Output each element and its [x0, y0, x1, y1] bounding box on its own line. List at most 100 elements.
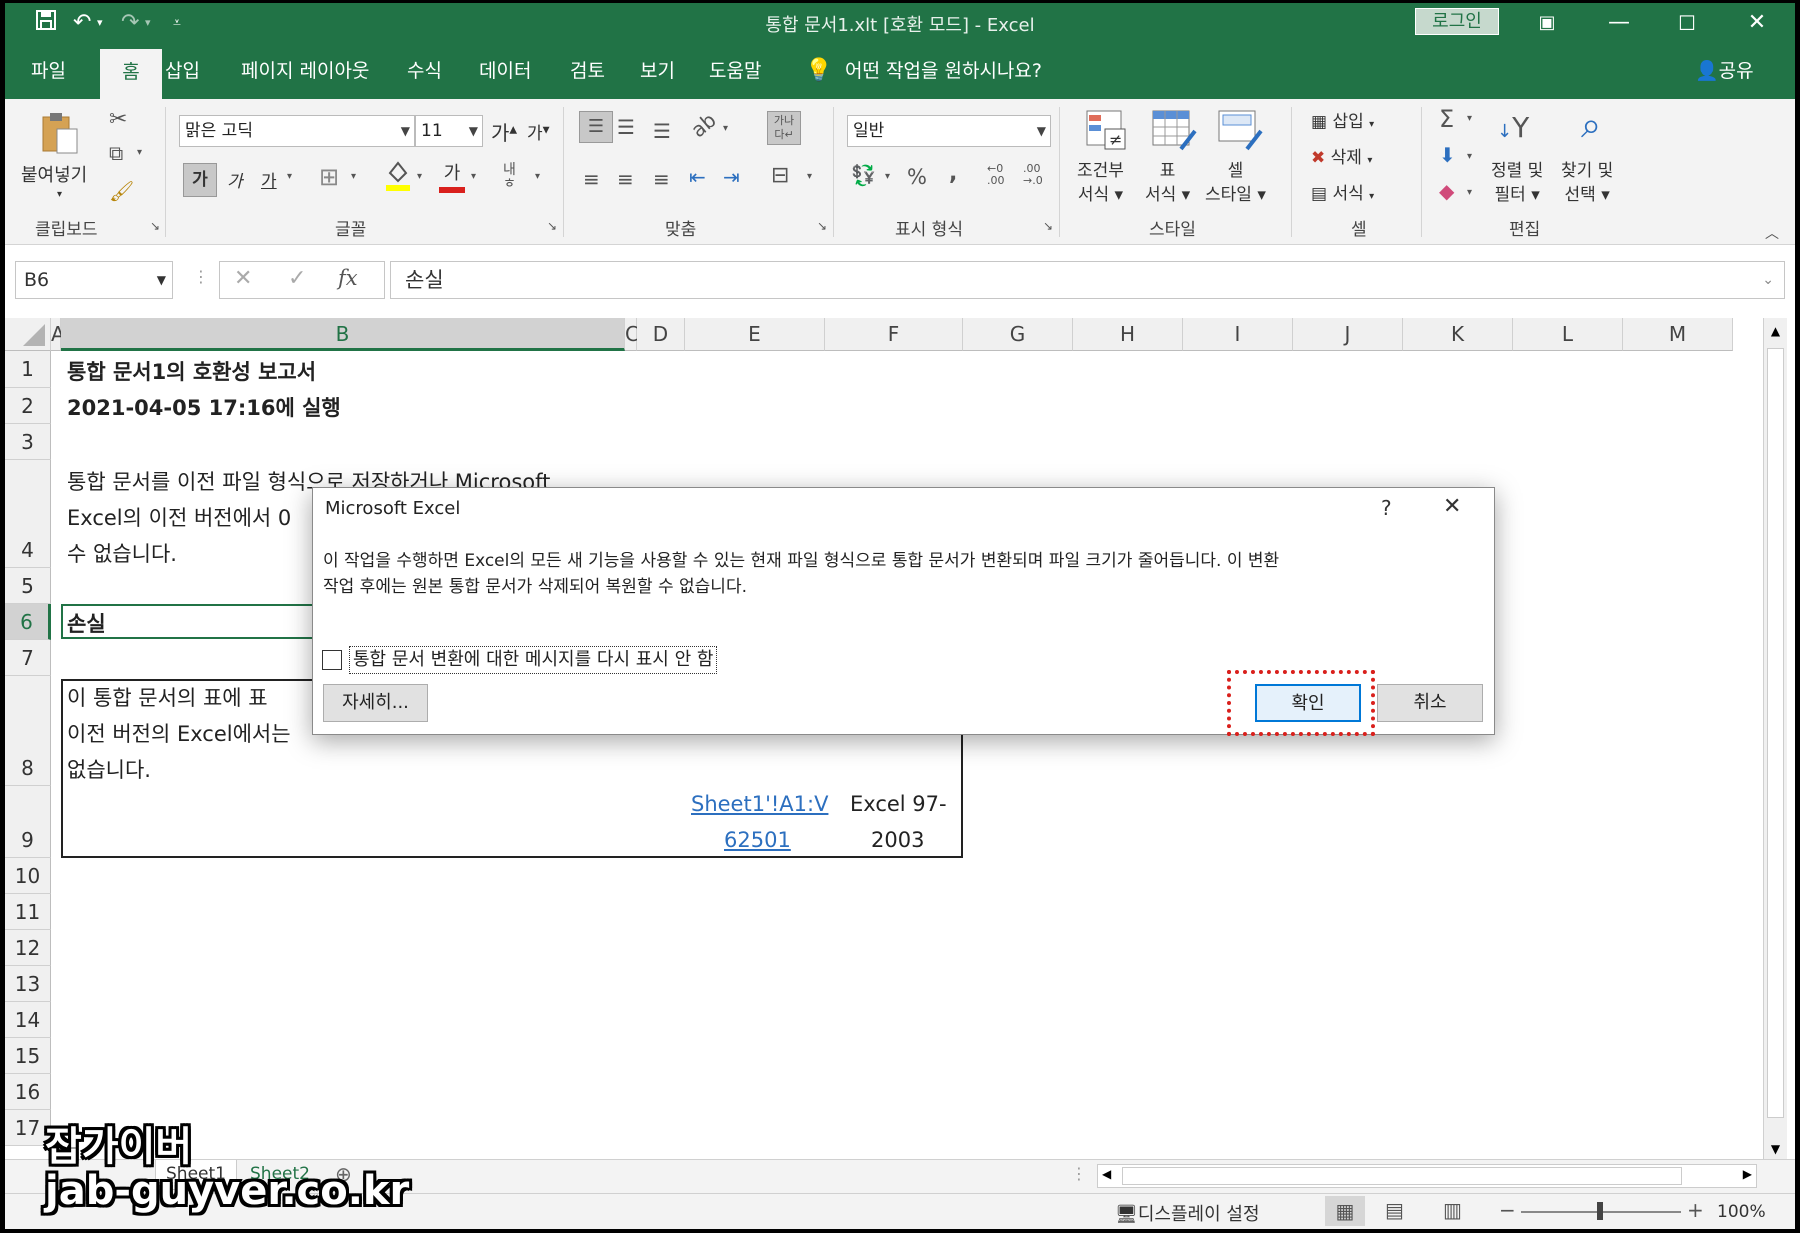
align-left-icon[interactable]: ≡: [583, 167, 600, 191]
tab-data[interactable]: 데이터: [479, 43, 531, 99]
column-header-c[interactable]: C: [625, 318, 639, 351]
column-header-g[interactable]: G: [963, 318, 1073, 351]
column-header-h[interactable]: H: [1073, 318, 1183, 351]
tab-view[interactable]: 보기: [640, 43, 675, 99]
row-header-9[interactable]: 9: [5, 786, 51, 858]
cell-b4-line3[interactable]: 수 없습니다.: [67, 538, 177, 568]
format-as-table-label[interactable]: 표 서식 ▾: [1145, 159, 1190, 207]
select-all-corner[interactable]: [5, 318, 51, 351]
normal-view-icon[interactable]: ▦: [1325, 1196, 1365, 1226]
find-select-label[interactable]: 찾기 및 선택 ▾: [1561, 159, 1613, 207]
display-settings[interactable]: 🖥디스플레이 설정: [1115, 1200, 1260, 1226]
phonetic-dropdown-icon[interactable]: ▾: [535, 171, 540, 182]
cell-f9-line2[interactable]: 2003: [871, 828, 924, 852]
cell-b1[interactable]: 통합 문서1의 호환성 보고서: [67, 356, 316, 386]
font-size-combo[interactable]: 11 ▼: [415, 115, 483, 147]
dont-show-again-checkbox[interactable]: [322, 650, 342, 670]
font-color-icon[interactable]: 가: [439, 159, 465, 193]
collapse-ribbon-icon[interactable]: ︿: [1765, 223, 1779, 243]
number-format-combo[interactable]: 일반 ▼: [847, 115, 1051, 147]
scroll-thumb[interactable]: [1767, 348, 1784, 1118]
dialog-launcher-icon[interactable]: ↘: [1043, 219, 1053, 233]
row-header-10[interactable]: 10: [5, 858, 51, 894]
font-name-combo[interactable]: 맑은 고딕 ▼: [179, 115, 415, 147]
clear-icon[interactable]: ◆: [1439, 179, 1454, 203]
tab-insert[interactable]: 삽입: [165, 43, 200, 99]
cell-b8-line1[interactable]: 이 통합 문서의 표에 표: [67, 682, 268, 712]
column-header-i[interactable]: I: [1183, 318, 1293, 351]
page-layout-view-icon[interactable]: ▤: [1385, 1198, 1404, 1222]
share-button[interactable]: 👤공유: [1695, 43, 1754, 99]
format-painter-icon[interactable]: 🖌: [109, 179, 134, 203]
clear-dropdown-icon[interactable]: ▾: [1467, 187, 1472, 198]
zoom-slider-thumb[interactable]: [1597, 1202, 1603, 1220]
cancel-button[interactable]: 취소: [1377, 684, 1483, 722]
borders-icon[interactable]: ⊞: [319, 163, 339, 191]
find-select-icon[interactable]: ⌕: [1581, 105, 1601, 147]
minimize-icon[interactable]: —: [1589, 7, 1649, 39]
conditional-formatting-icon[interactable]: ≠: [1085, 109, 1129, 157]
wrap-text-icon[interactable]: 가나 다↵: [767, 111, 801, 145]
column-header-j[interactable]: J: [1293, 318, 1403, 351]
cell-styles-label[interactable]: 셀 스타일 ▾: [1205, 159, 1266, 207]
row-header-8[interactable]: 8: [5, 676, 51, 786]
align-center-icon[interactable]: ≡: [617, 167, 634, 191]
autosum-dropdown-icon[interactable]: ▾: [1467, 113, 1472, 124]
horizontal-scrollbar[interactable]: ◀ ▶: [1097, 1164, 1757, 1188]
insert-cells-button[interactable]: ▦ 삽입 ▾: [1311, 107, 1374, 132]
tab-home[interactable]: 홈: [100, 49, 162, 99]
borders-dropdown-icon[interactable]: ▾: [351, 171, 356, 182]
column-header-l[interactable]: L: [1513, 318, 1623, 351]
row-header-5[interactable]: 5: [5, 568, 51, 604]
dialog-launcher-icon[interactable]: ↘: [150, 219, 160, 233]
italic-button[interactable]: 가: [227, 167, 243, 192]
cell-b2[interactable]: 2021-04-05 17:16에 실행: [67, 392, 341, 422]
paste-label[interactable]: 붙여넣기: [21, 161, 87, 187]
autosum-icon[interactable]: Σ: [1439, 105, 1454, 133]
orientation-dropdown-icon[interactable]: ▾: [723, 123, 728, 134]
fill-dropdown-icon[interactable]: ▾: [1467, 151, 1472, 162]
dont-show-again-label[interactable]: 통합 문서 변환에 대한 메시지를 다시 표시 안 함: [349, 646, 718, 674]
dialog-launcher-icon[interactable]: ↘: [817, 219, 827, 233]
increase-decimal-icon[interactable]: ←0.00: [987, 163, 1005, 187]
sort-filter-label[interactable]: 정렬 및 필터 ▾: [1491, 159, 1543, 207]
dialog-close-icon[interactable]: ✕: [1443, 494, 1461, 519]
underline-dropdown-icon[interactable]: ▾: [287, 171, 292, 182]
copy-icon[interactable]: ⧉: [109, 141, 123, 165]
phonetic-guide-icon[interactable]: 내ㅎ: [503, 163, 516, 191]
name-box[interactable]: B6 ▼: [15, 261, 173, 299]
column-header-f[interactable]: F: [825, 318, 963, 351]
column-header-b[interactable]: B: [61, 318, 625, 351]
font-color-dropdown-icon[interactable]: ▾: [471, 171, 476, 182]
cell-b8-line3[interactable]: 없습니다.: [67, 754, 151, 784]
tab-formulas[interactable]: 수식: [407, 43, 442, 99]
page-break-view-icon[interactable]: ▥: [1443, 1198, 1462, 1222]
row-header-13[interactable]: 13: [5, 966, 51, 1002]
row-header-15[interactable]: 15: [5, 1038, 51, 1074]
tab-page-layout[interactable]: 페이지 레이아웃: [241, 43, 369, 99]
fill-color-dropdown-icon[interactable]: ▾: [417, 171, 422, 182]
row-header-6[interactable]: 6: [5, 604, 51, 640]
column-header-d[interactable]: D: [637, 318, 685, 351]
expand-formula-icon[interactable]: ⌄: [1762, 262, 1774, 298]
row-header-14[interactable]: 14: [5, 1002, 51, 1038]
column-header-m[interactable]: M: [1623, 318, 1733, 351]
zoom-out-icon[interactable]: −: [1499, 1198, 1516, 1222]
cell-e9-link-line1[interactable]: Sheet1'!A1:V: [691, 792, 828, 816]
scroll-down-icon[interactable]: ▼: [1764, 1142, 1787, 1156]
format-as-table-icon[interactable]: [1151, 109, 1199, 157]
tab-help[interactable]: 도움말: [709, 43, 761, 99]
increase-indent-icon[interactable]: ⇥: [723, 165, 740, 189]
cell-b4-line2[interactable]: Excel의 이전 버전에서 0: [67, 502, 291, 532]
row-header-12[interactable]: 12: [5, 930, 51, 966]
scroll-right-icon[interactable]: ▶: [1743, 1167, 1752, 1181]
scroll-left-icon[interactable]: ◀: [1102, 1167, 1111, 1181]
formula-input[interactable]: 손실 ⌄: [390, 261, 1785, 299]
cell-b8-line2[interactable]: 이전 버전의 Excel에서는: [67, 718, 291, 748]
column-header-e[interactable]: E: [685, 318, 825, 351]
scroll-up-icon[interactable]: ▲: [1764, 324, 1787, 338]
cell-e9-link-line2[interactable]: 62501: [724, 828, 791, 852]
comma-style-icon[interactable]: ,: [949, 161, 957, 186]
percent-icon[interactable]: %: [907, 165, 927, 189]
align-bottom-icon[interactable]: ☰: [653, 119, 671, 143]
